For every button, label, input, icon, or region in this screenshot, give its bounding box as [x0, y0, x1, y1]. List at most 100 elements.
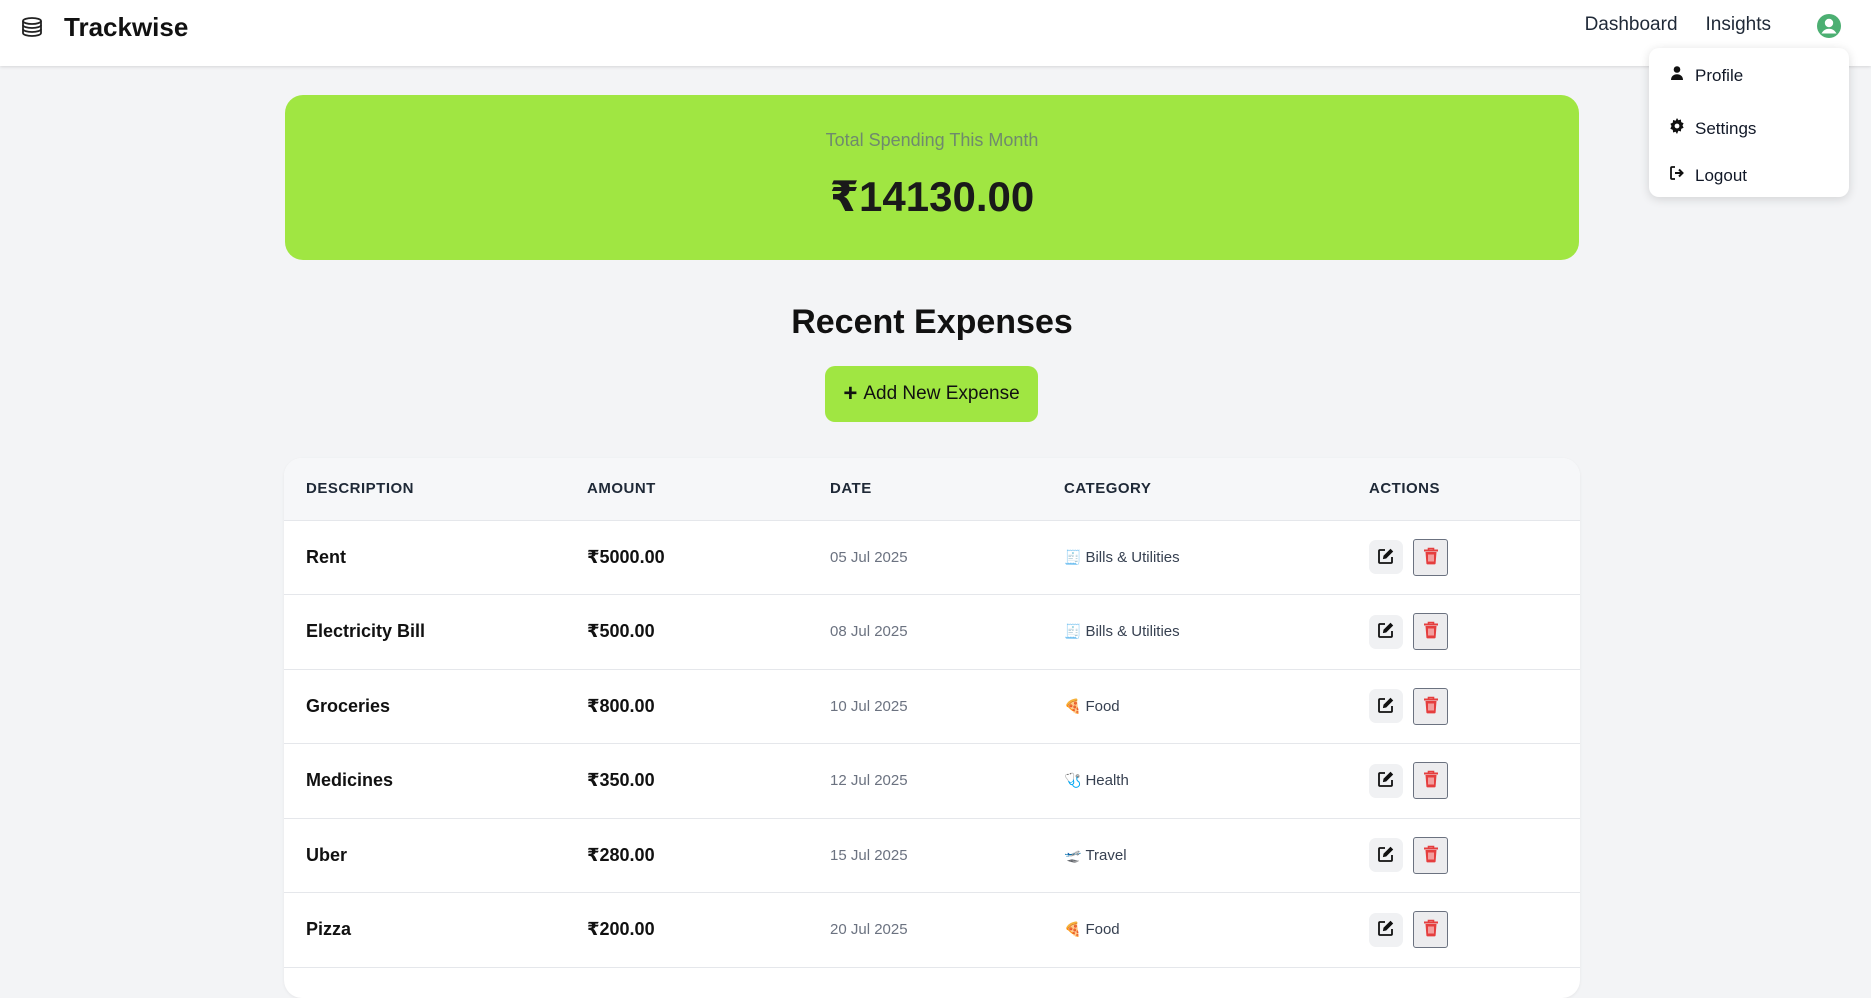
- expense-category: 🛫 Travel: [1064, 818, 1127, 892]
- category-icon: 🧾: [1064, 548, 1082, 565]
- nav-links: Dashboard Insights: [1585, 14, 1771, 36]
- column-header-category: CATEGORY: [1064, 480, 1152, 497]
- column-header-date: DATE: [830, 480, 872, 497]
- table-row: Rent ₹5000.00 05 Jul 2025 🧾 Bills & Util…: [284, 520, 1580, 595]
- expense-category: 🧾 Bills & Utilities: [1064, 520, 1180, 594]
- column-header-amount: AMOUNT: [587, 480, 656, 497]
- brand[interactable]: Trackwise: [18, 12, 188, 43]
- edit-icon: [1377, 696, 1395, 717]
- app-name: Trackwise: [64, 12, 189, 42]
- category-icon: 🧾: [1064, 623, 1082, 639]
- delete-button[interactable]: [1413, 687, 1448, 725]
- expense-description: Groceries: [306, 695, 391, 716]
- category-label: Food: [1085, 697, 1120, 715]
- expense-date: 20 Jul 2025: [830, 921, 908, 938]
- expense-category: 🩺 Health: [1064, 744, 1129, 818]
- category-label: Bills & Utilities: [1085, 548, 1180, 566]
- expense-description: Rent: [306, 546, 346, 567]
- menu-item-label: Settings: [1695, 118, 1757, 138]
- expense-amount: ₹500.00: [587, 621, 655, 641]
- category-label: Bills & Utilities: [1085, 623, 1180, 640]
- category-icon: 🛫: [1064, 846, 1082, 863]
- menu-item-label: Profile: [1695, 65, 1744, 85]
- expense-description: Medicines: [306, 770, 394, 790]
- menu-item-settings[interactable]: Settings: [1669, 118, 1756, 139]
- edit-icon: [1377, 547, 1395, 568]
- table-row: Pizza ₹200.00 20 Jul 2025 🍕 Food: [284, 893, 1580, 968]
- top-navbar: Trackwise Dashboard Insights: [0, 0, 1871, 66]
- total-spending-amount: ₹14130.00: [829, 173, 1035, 220]
- category-icon: 🍕: [1064, 697, 1082, 714]
- expense-description: Electricity Bill: [306, 621, 426, 641]
- edit-button[interactable]: [1369, 838, 1403, 872]
- column-header-description: DESCRIPTION: [306, 480, 415, 497]
- edit-button[interactable]: [1369, 689, 1403, 723]
- row-actions: [1369, 520, 1448, 594]
- menu-item-profile[interactable]: Profile: [1669, 65, 1743, 86]
- add-expense-label: Add New Expense: [863, 383, 1020, 404]
- edit-icon: [1377, 919, 1395, 940]
- nav-dashboard-link[interactable]: Dashboard: [1585, 14, 1678, 36]
- trash-icon: [1423, 770, 1439, 791]
- expense-description: Uber: [306, 844, 348, 865]
- trash-icon: [1423, 547, 1439, 568]
- category-label: Travel: [1085, 846, 1127, 864]
- edit-icon: [1377, 845, 1395, 866]
- nav-insights-link[interactable]: Insights: [1706, 14, 1771, 36]
- edit-button[interactable]: [1369, 540, 1403, 574]
- delete-button[interactable]: [1413, 836, 1448, 874]
- table-row: Medicines ₹350.00 12 Jul 2025 🩺 Health: [284, 744, 1580, 819]
- edit-icon: [1377, 621, 1395, 642]
- table-row: Groceries ₹800.00 10 Jul 2025 🍕 Food: [284, 669, 1580, 744]
- expense-date: 10 Jul 2025: [830, 697, 908, 715]
- row-actions: [1369, 744, 1448, 818]
- expense-amount: ₹350.00: [587, 770, 655, 790]
- gear-icon: [1669, 118, 1685, 139]
- trash-icon: [1423, 696, 1439, 717]
- menu-item-logout[interactable]: Logout: [1669, 165, 1747, 186]
- expense-category: 🍕 Food: [1064, 893, 1120, 967]
- row-actions: [1369, 595, 1448, 669]
- expense-amount: ₹280.00: [587, 844, 655, 865]
- trash-icon: [1423, 845, 1439, 866]
- delete-button[interactable]: [1413, 911, 1448, 948]
- add-expense-button[interactable]: + Add New Expense: [825, 366, 1038, 422]
- expense-amount: ₹200.00: [587, 919, 655, 939]
- logout-icon: [1669, 165, 1685, 186]
- row-actions: [1369, 669, 1448, 743]
- expense-category: 🍕 Food: [1064, 669, 1120, 743]
- expenses-table: DESCRIPTION AMOUNT DATE CATEGORY ACTIONS…: [284, 458, 1580, 998]
- table-row: Electricity Bill ₹500.00 08 Jul 2025 🧾 B…: [284, 595, 1580, 670]
- category-label: Food: [1085, 921, 1120, 938]
- expense-date: 15 Jul 2025: [830, 846, 908, 864]
- delete-button[interactable]: [1413, 762, 1448, 799]
- expense-date: 05 Jul 2025: [830, 548, 908, 566]
- expense-amount: ₹5000.00: [587, 546, 665, 567]
- trash-icon: [1423, 919, 1439, 940]
- row-actions: [1369, 893, 1448, 967]
- total-spending-label: Total Spending This Month: [825, 130, 1039, 150]
- category-icon: 🍕: [1064, 921, 1082, 937]
- profile-dropdown-menu: Profile Settings Logout: [1649, 48, 1849, 197]
- user-circle-icon[interactable]: [1816, 13, 1842, 39]
- expense-category: 🧾 Bills & Utilities: [1064, 595, 1180, 669]
- edit-button[interactable]: [1369, 614, 1403, 649]
- expense-amount: ₹800.00: [587, 695, 655, 716]
- category-icon: 🩺: [1064, 772, 1082, 788]
- coin-stack-icon: [18, 14, 46, 42]
- expense-description: Pizza: [306, 919, 352, 939]
- delete-button[interactable]: [1413, 538, 1448, 576]
- expense-date: 12 Jul 2025: [830, 772, 908, 789]
- table-header: DESCRIPTION AMOUNT DATE CATEGORY ACTIONS: [284, 458, 1580, 521]
- edit-button[interactable]: [1369, 912, 1403, 947]
- delete-button[interactable]: [1413, 613, 1448, 650]
- total-spending-card: Total Spending This Month ₹14130.00: [285, 95, 1579, 260]
- edit-icon: [1377, 770, 1395, 791]
- edit-button[interactable]: [1369, 763, 1403, 798]
- row-actions: [1369, 818, 1448, 892]
- category-label: Health: [1085, 772, 1129, 789]
- plus-icon: +: [843, 380, 858, 407]
- recent-expenses-title: Recent Expenses: [791, 303, 1073, 341]
- table-row: Uber ₹280.00 15 Jul 2025 🛫 Travel: [284, 818, 1580, 893]
- column-header-actions: ACTIONS: [1369, 480, 1440, 497]
